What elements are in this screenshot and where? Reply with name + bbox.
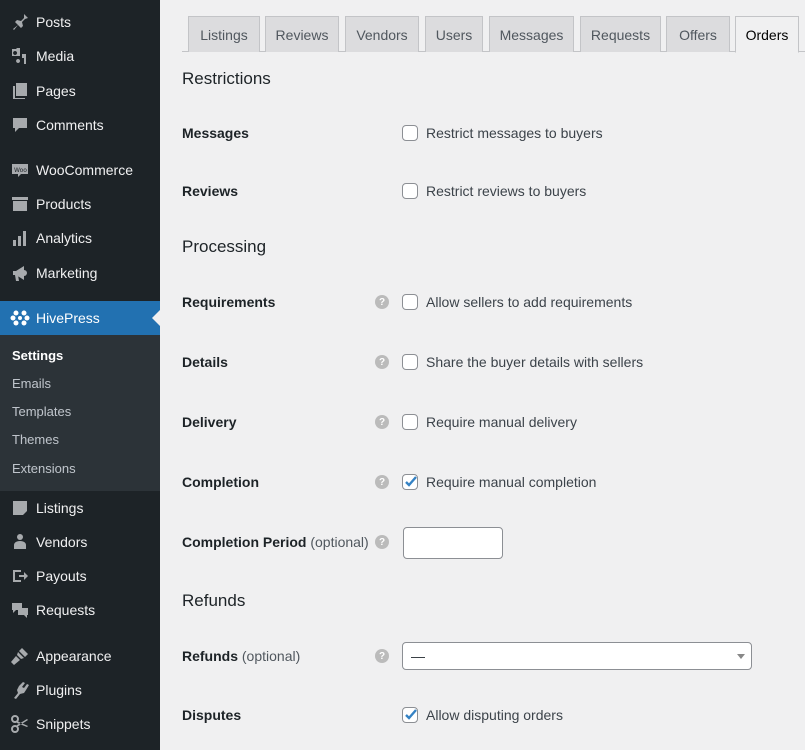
- payout-icon: [0, 559, 36, 593]
- delivery-checkbox[interactable]: Require manual delivery: [402, 414, 577, 430]
- completion-checkbox[interactable]: Require manual completion: [402, 474, 596, 490]
- details-label: Details: [182, 354, 228, 370]
- submenu-extensions[interactable]: Extensions: [12, 461, 76, 476]
- checkbox-box[interactable]: [402, 125, 418, 141]
- help-icon[interactable]: ?: [375, 475, 389, 489]
- completion-period-input[interactable]: [403, 527, 503, 559]
- help-icon[interactable]: ?: [375, 355, 389, 369]
- archive-icon: [0, 187, 36, 221]
- checkmark-icon: [405, 476, 417, 487]
- requests-icon: [0, 593, 36, 627]
- sidebar-item-appearance[interactable]: Appearance: [0, 639, 160, 673]
- refunds-selected-value: —: [411, 648, 425, 664]
- checkmark-icon: [405, 709, 417, 720]
- requirements-label: Requirements: [182, 294, 276, 310]
- messages-label: Messages: [182, 125, 249, 141]
- sidebar-item-media[interactable]: Media: [0, 39, 160, 73]
- bar-chart-icon: [0, 221, 36, 255]
- tab-reviews[interactable]: Reviews: [265, 16, 339, 52]
- pages-icon: [0, 74, 36, 108]
- sidebar-item-listings[interactable]: Listings: [0, 491, 160, 525]
- megaphone-icon: [0, 256, 36, 290]
- sidebar-item-pages[interactable]: Pages: [0, 74, 160, 108]
- disputes-checkbox[interactable]: Allow disputing orders: [402, 707, 563, 723]
- admin-sidebar: Posts Media Pages Comments Woo WooCommer…: [0, 0, 160, 750]
- tab-users[interactable]: Users: [425, 16, 483, 52]
- woo-icon: Woo: [0, 153, 36, 187]
- help-icon[interactable]: ?: [375, 295, 389, 309]
- completion-period-label: Completion Period (optional): [182, 534, 369, 550]
- completion-label: Completion: [182, 474, 259, 490]
- section-title-refunds: Refunds: [182, 591, 246, 610]
- settings-tabs: Listings Reviews Vendors Users Messages …: [182, 16, 805, 53]
- plugin-icon: [0, 673, 36, 707]
- comment-icon: [0, 108, 36, 142]
- tab-vendors[interactable]: Vendors: [345, 16, 419, 52]
- submenu-templates[interactable]: Templates: [12, 404, 71, 419]
- media-icon: [0, 39, 36, 73]
- listings-icon: [0, 491, 36, 525]
- tab-offers[interactable]: Offers: [666, 16, 730, 52]
- hivepress-icon: [0, 301, 36, 335]
- disputes-label: Disputes: [182, 707, 242, 723]
- pin-icon: [0, 5, 36, 39]
- sidebar-item-payouts[interactable]: Payouts: [0, 559, 160, 593]
- sidebar-item-plugins[interactable]: Plugins: [0, 673, 160, 707]
- checkbox-box[interactable]: [402, 474, 418, 490]
- submenu-emails[interactable]: Emails: [12, 376, 51, 391]
- reviews-label: Reviews: [182, 183, 239, 199]
- help-icon[interactable]: ?: [375, 535, 389, 549]
- reviews-checkbox[interactable]: Restrict reviews to buyers: [402, 183, 586, 199]
- sidebar-item-woocommerce[interactable]: Woo WooCommerce: [0, 153, 160, 187]
- tab-orders[interactable]: Orders: [735, 16, 799, 53]
- help-icon[interactable]: ?: [375, 415, 389, 429]
- tab-listings[interactable]: Listings: [188, 16, 260, 52]
- help-icon[interactable]: ?: [375, 649, 389, 663]
- chevron-down-icon: [737, 654, 745, 659]
- sidebar-item-comments[interactable]: Comments: [0, 108, 160, 142]
- checkbox-box[interactable]: [402, 707, 418, 723]
- tab-messages[interactable]: Messages: [489, 16, 574, 52]
- svg-text:Woo: Woo: [14, 167, 27, 174]
- checkbox-box[interactable]: [402, 294, 418, 310]
- section-title-processing: Processing: [182, 237, 267, 256]
- scissors-icon: [0, 707, 36, 741]
- checkbox-box[interactable]: [402, 354, 418, 370]
- hivepress-submenu: Settings Emails Templates Themes Extensi…: [0, 335, 160, 491]
- sidebar-item-analytics[interactable]: Analytics: [0, 221, 160, 255]
- submenu-themes[interactable]: Themes: [12, 432, 59, 447]
- checkbox-box[interactable]: [402, 414, 418, 430]
- brush-icon: [0, 639, 36, 673]
- requirements-checkbox[interactable]: Allow sellers to add requirements: [402, 294, 632, 310]
- sidebar-item-products[interactable]: Products: [0, 187, 160, 221]
- section-title-restrictions: Restrictions: [182, 69, 271, 88]
- sidebar-item-snippets[interactable]: Snippets: [0, 707, 160, 741]
- checkbox-box[interactable]: [402, 183, 418, 199]
- vendor-icon: [0, 525, 36, 559]
- sidebar-item-vendors[interactable]: Vendors: [0, 525, 160, 559]
- refunds-select[interactable]: —: [402, 642, 752, 670]
- details-checkbox[interactable]: Share the buyer details with sellers: [402, 354, 643, 370]
- tab-requests[interactable]: Requests: [580, 16, 661, 52]
- sidebar-item-marketing[interactable]: Marketing: [0, 256, 160, 290]
- sidebar-item-posts[interactable]: Posts: [0, 5, 160, 39]
- sidebar-item-hivepress[interactable]: HivePress: [0, 301, 160, 335]
- refunds-label: Refunds (optional): [182, 648, 301, 664]
- messages-checkbox[interactable]: Restrict messages to buyers: [402, 125, 603, 141]
- delivery-label: Delivery: [182, 414, 237, 430]
- submenu-settings[interactable]: Settings: [12, 348, 63, 363]
- sidebar-item-requests[interactable]: Requests: [0, 593, 160, 627]
